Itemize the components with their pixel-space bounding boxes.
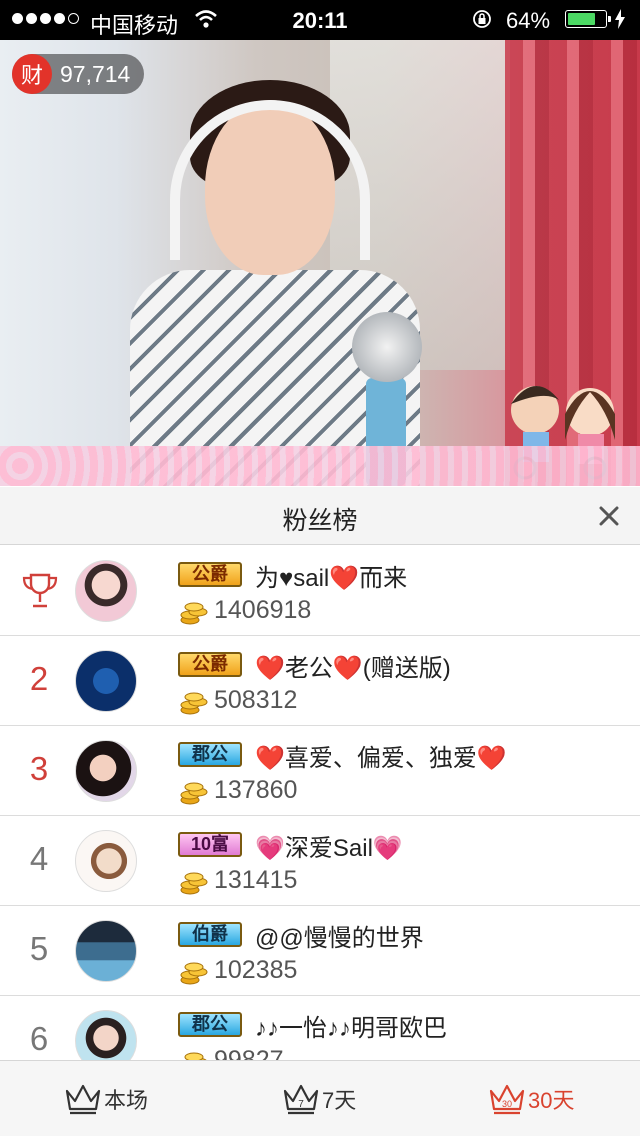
gold-coins-icon bbox=[180, 782, 208, 805]
rank-title-badge: 伯爵 bbox=[178, 922, 242, 947]
fan-avatar[interactable] bbox=[75, 1010, 137, 1060]
svg-text:30: 30 bbox=[502, 1099, 512, 1109]
fan-name: 💗深爱Sail💗 bbox=[255, 835, 403, 862]
fan-rank-row[interactable]: 6 郡公 ♪♪一怡♪♪明哥欧巴 99827 bbox=[0, 996, 640, 1060]
fan-name: ♪♪一怡♪♪明哥欧巴 bbox=[255, 1015, 447, 1042]
fan-coin-count: 102385 bbox=[214, 956, 298, 984]
crown-30-icon: 30 bbox=[489, 1084, 525, 1115]
gold-coins-icon bbox=[180, 602, 208, 625]
trophy-icon bbox=[22, 573, 58, 608]
fan-name: @@慢慢的世界 bbox=[255, 925, 424, 952]
battery-percentage: 64% bbox=[506, 8, 551, 33]
wealth-icon: 财 bbox=[12, 54, 52, 94]
gold-coins-icon bbox=[184, 1052, 207, 1060]
rotation-lock-icon bbox=[473, 10, 491, 28]
fan-coin-count: 99827 bbox=[214, 1046, 284, 1060]
gold-coins-icon bbox=[180, 692, 208, 715]
fan-coin-count: 508312 bbox=[214, 686, 298, 714]
status-bar: 中国移动 20:11 64% bbox=[0, 0, 640, 40]
fan-name: 为♥sail❤️而来 bbox=[255, 565, 408, 592]
fan-rank-row[interactable]: 3 郡公 ❤️喜爱、偏爱、独爱❤️ 137860 bbox=[0, 726, 640, 816]
tab-30-days[interactable]: 30 30天 bbox=[488, 1079, 574, 1119]
rank-title-badge: 公爵 bbox=[178, 652, 242, 677]
charging-icon bbox=[615, 9, 625, 29]
panel-title: 粉丝榜 bbox=[282, 507, 358, 535]
tab-label: 7天 bbox=[322, 1088, 357, 1113]
fan-rank-header: 粉丝榜 bbox=[0, 487, 640, 545]
fan-name: ❤️喜爱、偏爱、独爱❤️ bbox=[255, 745, 507, 772]
rank-title-badge: 10富 bbox=[178, 832, 242, 857]
fan-avatar[interactable] bbox=[75, 740, 137, 802]
fan-avatar[interactable] bbox=[75, 560, 137, 622]
fan-avatar[interactable] bbox=[75, 920, 137, 982]
rank-number: 3 bbox=[29, 750, 49, 787]
coin-count: 97,714 bbox=[60, 60, 131, 87]
tab-7-days[interactable]: 7 7天 bbox=[282, 1079, 356, 1119]
tab-label: 本场 bbox=[104, 1088, 149, 1113]
battery-icon bbox=[565, 10, 611, 28]
fan-avatar[interactable] bbox=[75, 830, 137, 892]
fan-coin-count: 1406918 bbox=[214, 596, 312, 624]
crown-7-icon: 7 bbox=[283, 1084, 319, 1115]
close-icon[interactable] bbox=[594, 501, 624, 531]
fan-coin-count: 131415 bbox=[214, 866, 298, 894]
fan-rank-list[interactable]: 公爵 为♥sail❤️而来 1406918 2 公爵 ❤️老公❤️(赠送版) 50… bbox=[0, 546, 640, 1060]
rank-number: 6 bbox=[29, 1020, 49, 1057]
gold-coins-icon bbox=[180, 962, 208, 985]
rank-period-tabs: 本场 7 7天 30 30天 bbox=[0, 1060, 640, 1136]
gold-coins-icon bbox=[180, 872, 208, 895]
rank-title-badge: 郡公 bbox=[178, 742, 242, 767]
fan-coin-count: 137860 bbox=[214, 776, 298, 804]
rank-title-badge: 郡公 bbox=[178, 1012, 242, 1037]
fan-rank-row[interactable]: 公爵 为♥sail❤️而来 1406918 bbox=[0, 546, 640, 636]
rank-number: 4 bbox=[29, 840, 49, 877]
streamer-coin-badge[interactable]: 财 97,714 bbox=[12, 54, 145, 94]
video-microphone bbox=[352, 312, 422, 382]
fan-rank-row[interactable]: 5 伯爵 @@慢慢的世界 102385 bbox=[0, 906, 640, 996]
tab-label: 30天 bbox=[528, 1088, 575, 1113]
fan-name: ❤️老公❤️(赠送版) bbox=[255, 655, 451, 682]
rank-title-badge: 公爵 bbox=[178, 562, 242, 587]
fan-rank-row[interactable]: 2 公爵 ❤️老公❤️(赠送版) 508312 bbox=[0, 636, 640, 726]
rank-number: 2 bbox=[29, 660, 49, 697]
crown-icon bbox=[65, 1084, 101, 1115]
tab-this-show[interactable]: 本场 bbox=[64, 1079, 148, 1119]
fan-avatar[interactable] bbox=[75, 650, 137, 712]
live-video[interactable] bbox=[0, 40, 640, 486]
rank-number: 5 bbox=[29, 930, 49, 967]
fan-rank-row[interactable]: 4 10富 💗深爱Sail💗 131415 bbox=[0, 816, 640, 906]
svg-text:7: 7 bbox=[298, 1099, 304, 1110]
video-flower-border bbox=[0, 446, 640, 486]
